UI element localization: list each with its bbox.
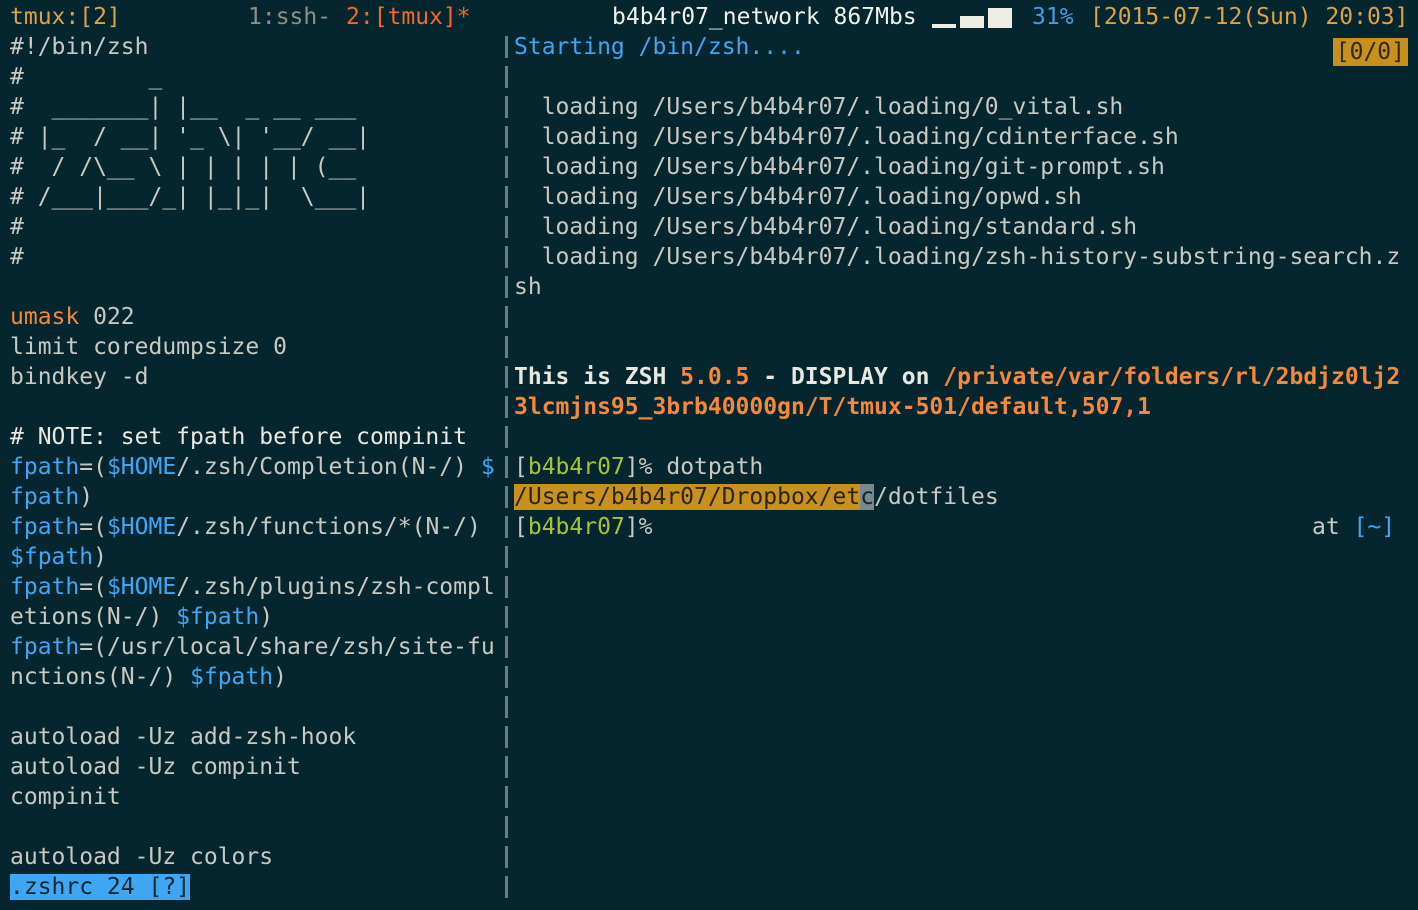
code-line: # /___|___/_| |_|_| \___|	[10, 184, 371, 210]
zsh-banner: This is ZSH 5.0.5 - DISPLAY on /private/…	[514, 364, 1401, 390]
vim-status-line: .zshrc 24 [?]	[10, 874, 191, 900]
code-line: autoload -Uz add-zsh-hook	[10, 724, 357, 750]
loading-line: loading /Users/b4b4r07/.loading/standard…	[514, 214, 1138, 240]
code-line: # / /\__ \ | | | | | (__	[10, 154, 357, 180]
search-counter: [0/0]	[1332, 38, 1408, 66]
zsh-banner-wrap: 3lcmjns95_3brb40000gn/T/tmux-501/default…	[514, 394, 1151, 420]
loading-line-wrap: sh	[514, 274, 542, 300]
battery-percent: 31%	[1032, 4, 1074, 30]
left-pane-vim[interactable]: #!/bin/zsh # _ # _______| |__ _ __ ___ #…	[0, 32, 500, 910]
code-line-fpath-wrap: etions(N-/) $fpath)	[10, 604, 274, 630]
code-line: # _	[10, 64, 163, 90]
terminal-screen: tmux:[2] 1:ssh- 2:[tmux]* b4b4r07_networ…	[0, 0, 1418, 910]
shell-prompt: [b4b4r07]% dotpath	[514, 454, 764, 480]
code-line-fpath-wrap: nctions(N-/) $fpath)	[10, 664, 287, 690]
code-line: compinit	[10, 784, 121, 810]
tmux-window-1[interactable]: 1:ssh-	[248, 2, 331, 32]
right-prompt: at [~]	[1312, 514, 1396, 540]
right-pane-shell[interactable]: [0/0] Starting /bin/zsh.... loading /Use…	[514, 32, 1418, 910]
code-line: bindkey -d	[10, 364, 149, 390]
loading-line: loading /Users/b4b4r07/.loading/opwd.sh	[514, 184, 1082, 210]
code-line: #!/bin/zsh	[10, 34, 149, 60]
code-line: # _______| |__ _ __ ___	[10, 94, 357, 120]
tmux-window-2-active[interactable]: 2:[tmux]*	[346, 2, 471, 32]
loading-line: loading /Users/b4b4r07/.loading/0_vital.…	[514, 94, 1124, 120]
starting-message: Starting /bin/zsh....	[514, 34, 805, 60]
command-output: /Users/b4b4r07/Dropbox/etc/dotfiles	[514, 484, 999, 510]
code-line-fpath: fpath=($HOME/.zsh/Completion(N-/) $	[10, 454, 495, 480]
code-line: # |_ / __| '_ \| '__/ __|	[10, 124, 371, 150]
code-line: #	[10, 214, 24, 240]
loading-line: loading /Users/b4b4r07/.loading/cdinterf…	[514, 124, 1179, 150]
code-line: limit coredumpsize 0	[10, 334, 287, 360]
code-line: autoload -Uz colors	[10, 844, 274, 870]
code-line-fpath-wrap: $fpath)	[10, 544, 107, 570]
code-line-fpath-wrap: fpath)	[10, 484, 94, 510]
code-line-fpath: fpath=(/usr/local/share/zsh/site-fu	[10, 634, 495, 660]
code-line-umask: umask 022	[10, 304, 135, 330]
code-line: #	[10, 244, 24, 270]
code-comment: # NOTE: set fpath before compinit	[10, 424, 467, 450]
loading-line: loading /Users/b4b4r07/.loading/git-prom…	[514, 154, 1165, 180]
code-line-fpath: fpath=($HOME/.zsh/functions/*(N-/)	[10, 514, 481, 540]
status-datetime: [2015-07-12(Sun) 20:03]	[1090, 4, 1409, 30]
shell-prompt-current[interactable]: [b4b4r07]%	[514, 512, 653, 542]
tmux-session-name: tmux:[2]	[10, 4, 121, 30]
network-speed: b4b4r07_network 867Mbs	[612, 4, 917, 30]
tmux-status-bar: tmux:[2] 1:ssh- 2:[tmux]* b4b4r07_networ…	[0, 2, 1418, 32]
code-line: autoload -Uz compinit	[10, 754, 301, 780]
loading-line: loading /Users/b4b4r07/.loading/zsh-hist…	[514, 244, 1401, 270]
code-line-fpath: fpath=($HOME/.zsh/plugins/zsh-compl	[10, 574, 495, 600]
